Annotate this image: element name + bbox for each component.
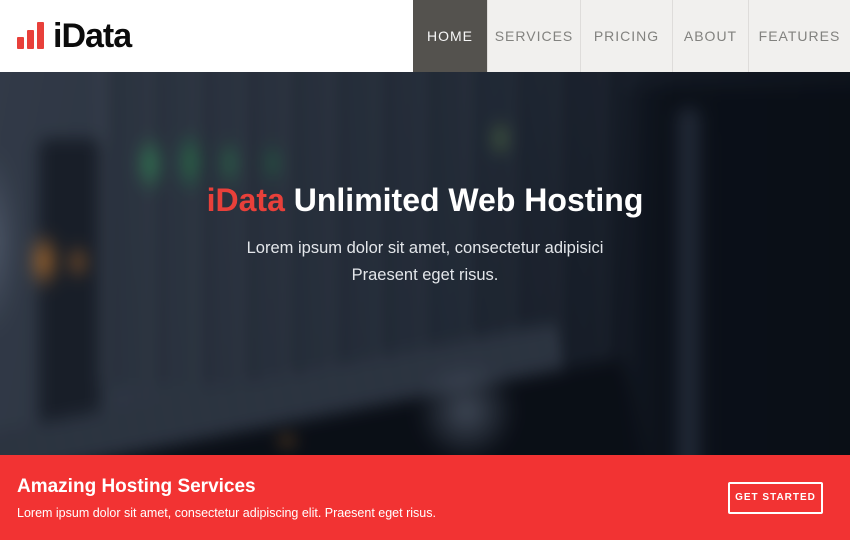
hero-title-accent: iData xyxy=(207,182,285,218)
hero-subtitle: Lorem ipsum dolor sit amet, consectetur … xyxy=(0,235,850,289)
main-nav: HOME SERVICES PRICING ABOUT FEATURES xyxy=(413,0,850,72)
nav-item-about[interactable]: ABOUT xyxy=(672,0,748,72)
nav-item-home[interactable]: HOME xyxy=(413,0,487,72)
cta-banner-textblock: Amazing Hosting Services Lorem ipsum dol… xyxy=(17,476,436,520)
hero-section: iData Unlimited Web Hosting Lorem ipsum … xyxy=(0,72,850,455)
logo-text: iData xyxy=(53,19,131,53)
cta-banner: Amazing Hosting Services Lorem ipsum dol… xyxy=(0,455,850,540)
hero-content: iData Unlimited Web Hosting Lorem ipsum … xyxy=(0,72,850,289)
cta-banner-title: Amazing Hosting Services xyxy=(17,476,436,498)
get-started-button[interactable]: GET STARTED xyxy=(728,482,823,514)
logo[interactable]: iData xyxy=(0,19,131,53)
hero-title: iData Unlimited Web Hosting xyxy=(0,182,850,219)
hero-title-rest: Unlimited Web Hosting xyxy=(285,182,644,218)
hero-subtitle-line1: Lorem ipsum dolor sit amet, consectetur … xyxy=(0,235,850,262)
nav-item-pricing[interactable]: PRICING xyxy=(580,0,672,72)
bar-chart-icon xyxy=(17,22,44,53)
hero-subtitle-line2: Praesent eget risus. xyxy=(0,262,850,289)
cta-banner-text: Lorem ipsum dolor sit amet, consectetur … xyxy=(17,506,436,520)
nav-item-services[interactable]: SERVICES xyxy=(487,0,580,72)
nav-item-features[interactable]: FEATURES xyxy=(748,0,850,72)
header: iData HOME SERVICES PRICING ABOUT FEATUR… xyxy=(0,0,850,72)
